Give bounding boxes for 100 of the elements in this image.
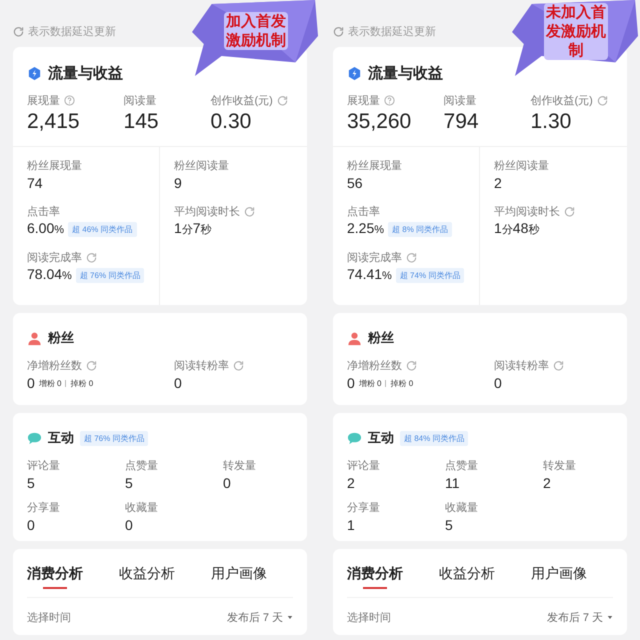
rank-tag: 超 76% 同类作品	[80, 430, 148, 446]
time-dropdown[interactable]: 发布后 7 天	[226, 610, 283, 625]
sub-count: 掉粉 0	[70, 378, 94, 388]
caret-icon	[607, 615, 613, 620]
metric-label: 净增粉丝数	[347, 358, 402, 372]
metric-value: 9	[174, 174, 182, 193]
annotation-text: 未加入首发激励机制	[544, 2, 608, 60]
delay-note: 表示数据延迟更新	[348, 24, 436, 38]
metric-value: 794	[444, 109, 480, 135]
metric-label: 转发量	[223, 458, 256, 472]
rank-tag: 超 8% 同类作品	[388, 222, 452, 236]
metric-label: 点赞量	[125, 458, 158, 472]
refresh-icon	[333, 26, 344, 36]
metric-label: 创作收益(元)	[530, 94, 593, 108]
metric-label: 粉丝阅读量	[494, 158, 549, 172]
metric-label: 评论量	[347, 458, 380, 472]
metric-label: 粉丝展现量	[27, 158, 82, 172]
metric-label: 展现量	[347, 94, 380, 108]
metric-value: 0	[494, 374, 502, 393]
metric-label: 收藏量	[125, 500, 158, 514]
sub-count: 增粉 0	[358, 378, 382, 388]
metric-label: 净增粉丝数	[27, 358, 82, 372]
metric-label: 创作收益(元)	[210, 94, 273, 108]
sub-count: 增粉 0	[38, 378, 62, 388]
metric-value: 0	[223, 474, 232, 493]
metric-label: 阅读转粉率	[494, 358, 549, 372]
metric-value: 0	[27, 516, 36, 535]
metric-value: 0	[347, 374, 355, 393]
metric-label: 点赞量	[445, 458, 478, 472]
metric-label: 阅读完成率	[347, 250, 402, 264]
metric-value: 78.04%	[27, 265, 72, 284]
lightning-icon	[27, 66, 42, 80]
section-title: 粉丝	[368, 329, 394, 347]
refresh-icon	[13, 26, 24, 36]
metric-label: 粉丝展现量	[347, 158, 402, 172]
metric-label: 分享量	[347, 500, 380, 514]
metric-value: 11	[445, 474, 461, 493]
metric-value: 0	[125, 516, 134, 535]
person-icon	[27, 330, 42, 346]
metric-value: 74	[27, 174, 43, 193]
metric-label: 分享量	[27, 500, 60, 514]
filter-label: 选择时间	[27, 611, 71, 625]
metric-value: 5	[125, 474, 134, 493]
metric-value: 145	[124, 109, 160, 135]
tab[interactable]: 用户画像	[531, 565, 587, 597]
caret-icon	[287, 615, 293, 620]
metric-label: 展现量	[27, 94, 60, 108]
metric-label: 评论量	[27, 458, 60, 472]
metric-value: 1	[347, 516, 356, 535]
metric-label: 平均阅读时长	[494, 204, 560, 218]
metric-value: 2,415	[27, 109, 81, 135]
tab[interactable]: 收益分析	[439, 565, 495, 597]
help-icon[interactable]	[64, 94, 75, 106]
metric-value: 6.00%	[27, 219, 64, 238]
filter-label: 选择时间	[347, 611, 391, 625]
metric-label: 收藏量	[445, 500, 478, 514]
metric-value: 2	[494, 174, 502, 193]
metric-label: 点击率	[347, 204, 380, 218]
help-icon[interactable]	[384, 94, 395, 106]
rank-tag: 超 46% 同类作品	[68, 222, 136, 236]
tab[interactable]: 收益分析	[119, 565, 175, 597]
lightning-icon	[347, 66, 362, 80]
metric-value: 2	[543, 474, 552, 493]
rank-tag: 超 84% 同类作品	[400, 430, 468, 446]
sub-count: 掉粉 0	[390, 378, 414, 388]
delay-note: 表示数据延迟更新	[28, 24, 116, 38]
rank-tag: 超 74% 同类作品	[396, 268, 464, 282]
chat-bubble-icon	[27, 430, 42, 446]
chat-bubble-icon	[347, 430, 362, 446]
metric-value: 35,260	[347, 109, 412, 135]
metric-label: 阅读量	[444, 94, 477, 108]
metric-value: 1分7秒	[174, 219, 212, 238]
section-title: 流量与收益	[48, 64, 123, 82]
tab[interactable]: 用户画像	[211, 565, 267, 597]
section-title: 粉丝	[48, 329, 74, 347]
section-title: 互动	[48, 429, 74, 447]
metric-label: 阅读量	[124, 94, 157, 108]
section-title: 互动	[368, 429, 394, 447]
metric-value: 56	[347, 174, 363, 193]
metric-label: 点击率	[27, 204, 60, 218]
metric-label: 转发量	[543, 458, 576, 472]
metric-label: 阅读完成率	[27, 250, 82, 264]
person-icon	[347, 330, 362, 346]
metric-value: 0.30	[210, 109, 252, 135]
metric-value: 0	[174, 374, 182, 393]
metric-value: 0	[27, 374, 35, 393]
metric-value: 1.30	[530, 109, 572, 135]
metric-label: 粉丝阅读量	[174, 158, 229, 172]
metric-value: 5	[27, 474, 36, 493]
metric-value: 5	[445, 516, 454, 535]
metric-value: 74.41%	[347, 265, 392, 284]
time-dropdown[interactable]: 发布后 7 天	[546, 610, 603, 625]
metric-label: 阅读转粉率	[174, 358, 229, 372]
annotation-text: 加入首发激励机制	[224, 12, 288, 50]
metric-value: 2	[347, 474, 356, 493]
metric-label: 平均阅读时长	[174, 204, 240, 218]
metric-value: 1分48秒	[494, 219, 540, 238]
section-title: 流量与收益	[368, 64, 443, 82]
metric-value: 2.25%	[347, 219, 384, 238]
rank-tag: 超 76% 同类作品	[76, 268, 144, 282]
